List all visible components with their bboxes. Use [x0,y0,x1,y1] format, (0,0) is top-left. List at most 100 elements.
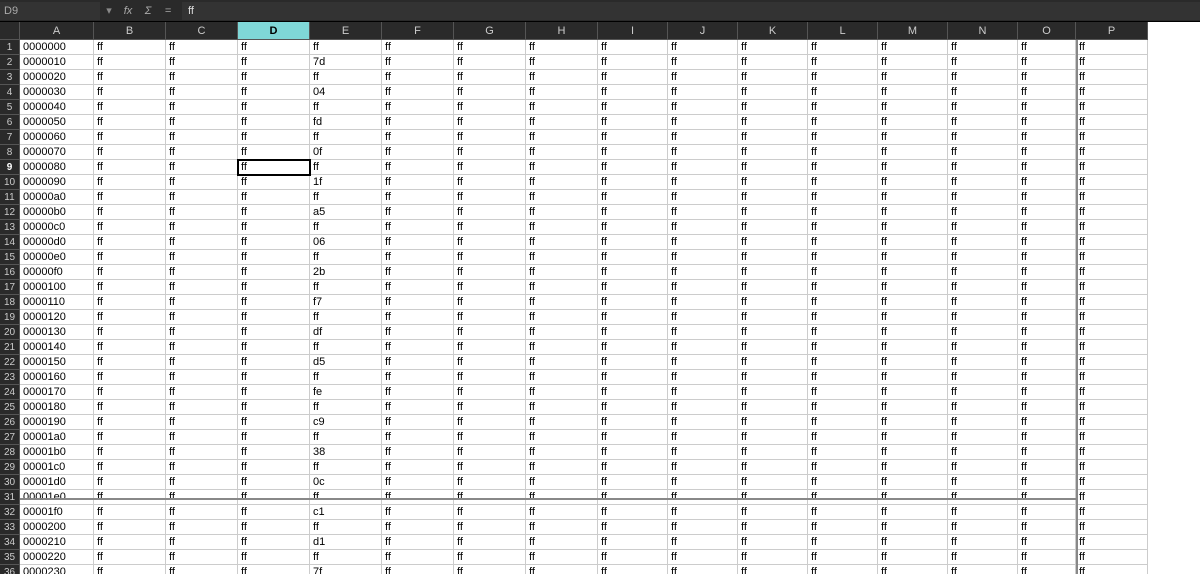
cell-O21[interactable]: ff [1018,340,1076,355]
cell-A2[interactable]: 0000010 [20,55,94,70]
cell-M15[interactable]: ff [878,250,948,265]
cell-A8[interactable]: 0000070 [20,145,94,160]
cell-A28[interactable]: 00001b0 [20,445,94,460]
cell-F13[interactable]: ff [382,220,454,235]
row-header-34[interactable]: 34 [0,535,20,550]
cell-J23[interactable]: ff [668,370,738,385]
cell-G22[interactable]: ff [454,355,526,370]
cell-C17[interactable]: ff [166,280,238,295]
cell-C32[interactable]: ff [166,505,238,520]
cell-N27[interactable]: ff [948,430,1018,445]
cell-P17[interactable]: ff [1076,280,1148,295]
cell-L11[interactable]: ff [808,190,878,205]
cell-A25[interactable]: 0000180 [20,400,94,415]
cell-J25[interactable]: ff [668,400,738,415]
cell-F20[interactable]: ff [382,325,454,340]
cell-D20[interactable]: ff [238,325,310,340]
row-header-1[interactable]: 1 [0,40,20,55]
cell-N21[interactable]: ff [948,340,1018,355]
cell-N2[interactable]: ff [948,55,1018,70]
cell-P14[interactable]: ff [1076,235,1148,250]
cell-N34[interactable]: ff [948,535,1018,550]
cell-F17[interactable]: ff [382,280,454,295]
row-header-22[interactable]: 22 [0,355,20,370]
cell-P11[interactable]: ff [1076,190,1148,205]
cell-J28[interactable]: ff [668,445,738,460]
cell-H29[interactable]: ff [526,460,598,475]
select-all-corner[interactable] [0,22,20,40]
cell-F15[interactable]: ff [382,250,454,265]
cell-L16[interactable]: ff [808,265,878,280]
cell-K22[interactable]: ff [738,355,808,370]
cell-L12[interactable]: ff [808,205,878,220]
cell-L33[interactable]: ff [808,520,878,535]
cell-M21[interactable]: ff [878,340,948,355]
cell-I32[interactable]: ff [598,505,668,520]
cell-L7[interactable]: ff [808,130,878,145]
cell-I21[interactable]: ff [598,340,668,355]
cell-E9[interactable]: ff [310,160,382,175]
cell-I1[interactable]: ff [598,40,668,55]
cell-G8[interactable]: ff [454,145,526,160]
cell-I7[interactable]: ff [598,130,668,145]
cell-E32[interactable]: c1 [310,505,382,520]
cell-K27[interactable]: ff [738,430,808,445]
cell-O29[interactable]: ff [1018,460,1076,475]
cell-K12[interactable]: ff [738,205,808,220]
cell-C7[interactable]: ff [166,130,238,145]
cell-I33[interactable]: ff [598,520,668,535]
cell-C21[interactable]: ff [166,340,238,355]
cell-N13[interactable]: ff [948,220,1018,235]
cell-E28[interactable]: 38 [310,445,382,460]
cell-M10[interactable]: ff [878,175,948,190]
cell-F30[interactable]: ff [382,475,454,490]
cell-M35[interactable]: ff [878,550,948,565]
cell-N36[interactable]: ff [948,565,1018,574]
cell-H3[interactable]: ff [526,70,598,85]
dropdown-icon[interactable]: ▾ [100,4,118,17]
cell-F10[interactable]: ff [382,175,454,190]
row-header-32[interactable]: 32 [0,505,20,520]
cell-G33[interactable]: ff [454,520,526,535]
cell-L18[interactable]: ff [808,295,878,310]
cell-C18[interactable]: ff [166,295,238,310]
row-header-10[interactable]: 10 [0,175,20,190]
cell-H18[interactable]: ff [526,295,598,310]
cell-D11[interactable]: ff [238,190,310,205]
cell-P23[interactable]: ff [1076,370,1148,385]
cell-O8[interactable]: ff [1018,145,1076,160]
cell-E33[interactable]: ff [310,520,382,535]
column-header-F[interactable]: F [382,22,454,40]
cell-D21[interactable]: ff [238,340,310,355]
cell-I12[interactable]: ff [598,205,668,220]
row-header-33[interactable]: 33 [0,520,20,535]
cell-H27[interactable]: ff [526,430,598,445]
cell-F19[interactable]: ff [382,310,454,325]
cell-F12[interactable]: ff [382,205,454,220]
cell-P35[interactable]: ff [1076,550,1148,565]
cell-C23[interactable]: ff [166,370,238,385]
cell-K24[interactable]: ff [738,385,808,400]
cell-O32[interactable]: ff [1018,505,1076,520]
cell-N10[interactable]: ff [948,175,1018,190]
cell-M13[interactable]: ff [878,220,948,235]
cell-G34[interactable]: ff [454,535,526,550]
row-header-18[interactable]: 18 [0,295,20,310]
cell-D4[interactable]: ff [238,85,310,100]
formula-input[interactable]: ff [182,2,1200,20]
column-header-H[interactable]: H [526,22,598,40]
cell-N23[interactable]: ff [948,370,1018,385]
cell-P29[interactable]: ff [1076,460,1148,475]
cell-P19[interactable]: ff [1076,310,1148,325]
cell-I20[interactable]: ff [598,325,668,340]
cell-P28[interactable]: ff [1076,445,1148,460]
cell-L19[interactable]: ff [808,310,878,325]
cell-D18[interactable]: ff [238,295,310,310]
cell-A36[interactable]: 0000230 [20,565,94,574]
cell-F4[interactable]: ff [382,85,454,100]
row-header-24[interactable]: 24 [0,385,20,400]
cell-E5[interactable]: ff [310,100,382,115]
cell-I24[interactable]: ff [598,385,668,400]
cell-I23[interactable]: ff [598,370,668,385]
cell-I26[interactable]: ff [598,415,668,430]
